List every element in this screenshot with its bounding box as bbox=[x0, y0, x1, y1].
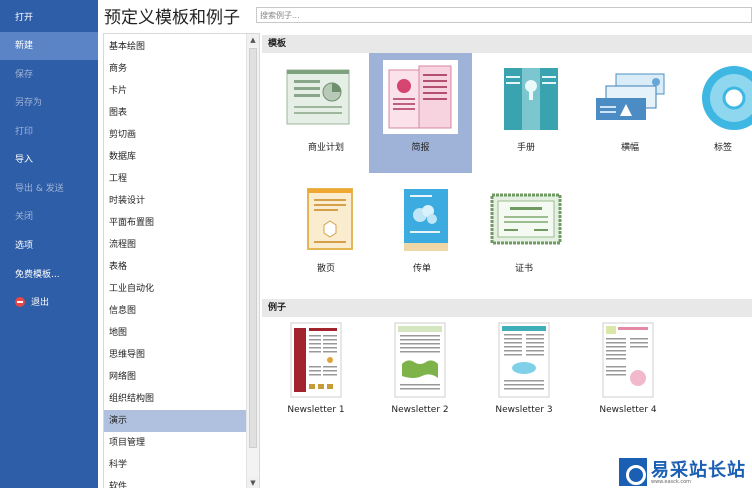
category-map[interactable]: 地图 bbox=[104, 322, 246, 344]
scroll-down-icon[interactable]: ▼ bbox=[247, 477, 259, 488]
nav-item-open[interactable]: 打开 bbox=[0, 4, 98, 32]
nav-item-exit[interactable]: 退出 bbox=[0, 289, 98, 317]
leaflet-icon bbox=[404, 189, 448, 251]
cd-label-icon bbox=[702, 66, 752, 130]
banner-icon bbox=[596, 73, 665, 120]
category-mind-map[interactable]: 思维导图 bbox=[104, 344, 246, 366]
category-presentation[interactable]: 演示 bbox=[104, 410, 246, 432]
newsletter-4-thumb bbox=[602, 322, 654, 398]
template-flyer[interactable]: 散页 bbox=[282, 179, 370, 293]
nav-item-import[interactable]: 导入 bbox=[0, 146, 98, 174]
category-clipart[interactable]: 剪切画 bbox=[104, 124, 246, 146]
exit-icon bbox=[15, 296, 25, 307]
nav-item-close[interactable]: 关闭 bbox=[0, 203, 98, 231]
example-label: Newsletter 1 bbox=[287, 405, 345, 415]
template-label: 横幅 bbox=[620, 143, 639, 153]
category-industrial-automation[interactable]: 工业自动化 bbox=[104, 278, 246, 300]
nav-item-print[interactable]: 打印 bbox=[0, 118, 98, 146]
template-label: 商业计划 bbox=[307, 143, 344, 153]
section-header-examples: 例子 bbox=[262, 299, 752, 317]
watermark: 易采站长站 www.easck.com bbox=[617, 456, 752, 488]
template-business-plan[interactable]: 商业计划 bbox=[282, 58, 370, 172]
category-list: 基本绘图 商务 卡片 图表 剪切画 数据库 工程 时装设计 平面布置图 流程图 … bbox=[103, 33, 260, 488]
template-label: 散页 bbox=[316, 264, 335, 274]
newsletter-3-thumb bbox=[498, 322, 550, 398]
backstage-nav: 打开 新建 保存 另存为 打印 导入 导出 & 发送 关闭 选项 免费模板...… bbox=[0, 0, 98, 488]
category-infographic[interactable]: 信息图 bbox=[104, 300, 246, 322]
nav-item-save-as[interactable]: 另存为 bbox=[0, 89, 98, 117]
newsletter-1-thumb bbox=[290, 322, 342, 398]
template-label: 手册 bbox=[516, 143, 535, 153]
watermark-logo-icon bbox=[619, 458, 647, 486]
category-science[interactable]: 科学 bbox=[104, 454, 246, 476]
category-org-chart[interactable]: 组织结构图 bbox=[104, 388, 246, 410]
example-newsletter-4[interactable]: Newsletter 4 bbox=[584, 319, 672, 419]
template-certificate[interactable]: 证书 bbox=[480, 179, 568, 293]
category-project-management[interactable]: 项目管理 bbox=[104, 432, 246, 454]
certificate-icon bbox=[490, 193, 562, 245]
template-label-cd[interactable]: 标签 bbox=[690, 58, 752, 172]
nav-item-new[interactable]: 新建 bbox=[0, 32, 98, 60]
category-software[interactable]: 软件 bbox=[104, 476, 246, 488]
flyer-icon bbox=[307, 188, 353, 250]
example-newsletter-1[interactable]: Newsletter 1 bbox=[272, 319, 360, 419]
search-input[interactable] bbox=[256, 7, 752, 23]
example-label: Newsletter 3 bbox=[495, 405, 553, 415]
category-engineering[interactable]: 工程 bbox=[104, 168, 246, 190]
brochure-icon bbox=[388, 65, 452, 129]
category-scrollbar[interactable]: ▲ ▼ bbox=[246, 34, 259, 488]
example-label: Newsletter 4 bbox=[599, 405, 657, 415]
category-fashion-design[interactable]: 时装设计 bbox=[104, 190, 246, 212]
nav-item-free-templates[interactable]: 免费模板... bbox=[0, 261, 98, 289]
category-flowchart[interactable]: 流程图 bbox=[104, 234, 246, 256]
scrollbar-thumb[interactable] bbox=[249, 48, 257, 448]
manual-icon bbox=[504, 68, 558, 130]
business-plan-icon bbox=[286, 69, 350, 125]
template-label: 传单 bbox=[412, 264, 431, 274]
template-label: 简报 bbox=[411, 143, 430, 153]
template-label: 标签 bbox=[714, 143, 733, 153]
gallery-panel: 模板 商业计划 简报 手册 横幅 标签 散页 传单 证书 例子 Newslett… bbox=[262, 33, 752, 488]
section-header-templates: 模板 bbox=[262, 35, 752, 53]
example-newsletter-2[interactable]: Newsletter 2 bbox=[376, 319, 464, 419]
category-chart[interactable]: 图表 bbox=[104, 102, 246, 124]
nav-item-options[interactable]: 选项 bbox=[0, 232, 98, 260]
nav-item-save[interactable]: 保存 bbox=[0, 61, 98, 89]
category-database[interactable]: 数据库 bbox=[104, 146, 246, 168]
category-business[interactable]: 商务 bbox=[104, 58, 246, 80]
category-card[interactable]: 卡片 bbox=[104, 80, 246, 102]
template-label: 证书 bbox=[514, 264, 533, 274]
example-newsletter-3[interactable]: Newsletter 3 bbox=[480, 319, 568, 419]
example-label: Newsletter 2 bbox=[391, 405, 449, 415]
template-manual[interactable]: 手册 bbox=[482, 58, 570, 172]
category-floor-plan[interactable]: 平面布置图 bbox=[104, 212, 246, 234]
scroll-up-icon[interactable]: ▲ bbox=[247, 34, 259, 46]
newsletter-2-thumb bbox=[394, 322, 446, 398]
category-basic-drawing[interactable]: 基本绘图 bbox=[104, 36, 246, 58]
category-table[interactable]: 表格 bbox=[104, 256, 246, 278]
template-leaflet[interactable]: 传单 bbox=[378, 179, 466, 293]
page-title: 预定义模板和例子 bbox=[104, 8, 240, 28]
watermark-subtext: www.easck.com bbox=[651, 479, 692, 485]
template-banner[interactable]: 横幅 bbox=[586, 58, 674, 172]
template-brochure[interactable]: 简报 bbox=[369, 53, 472, 173]
nav-item-exit-label: 退出 bbox=[31, 298, 50, 308]
nav-item-export-send[interactable]: 导出 & 发送 bbox=[0, 175, 98, 203]
category-network[interactable]: 网络图 bbox=[104, 366, 246, 388]
